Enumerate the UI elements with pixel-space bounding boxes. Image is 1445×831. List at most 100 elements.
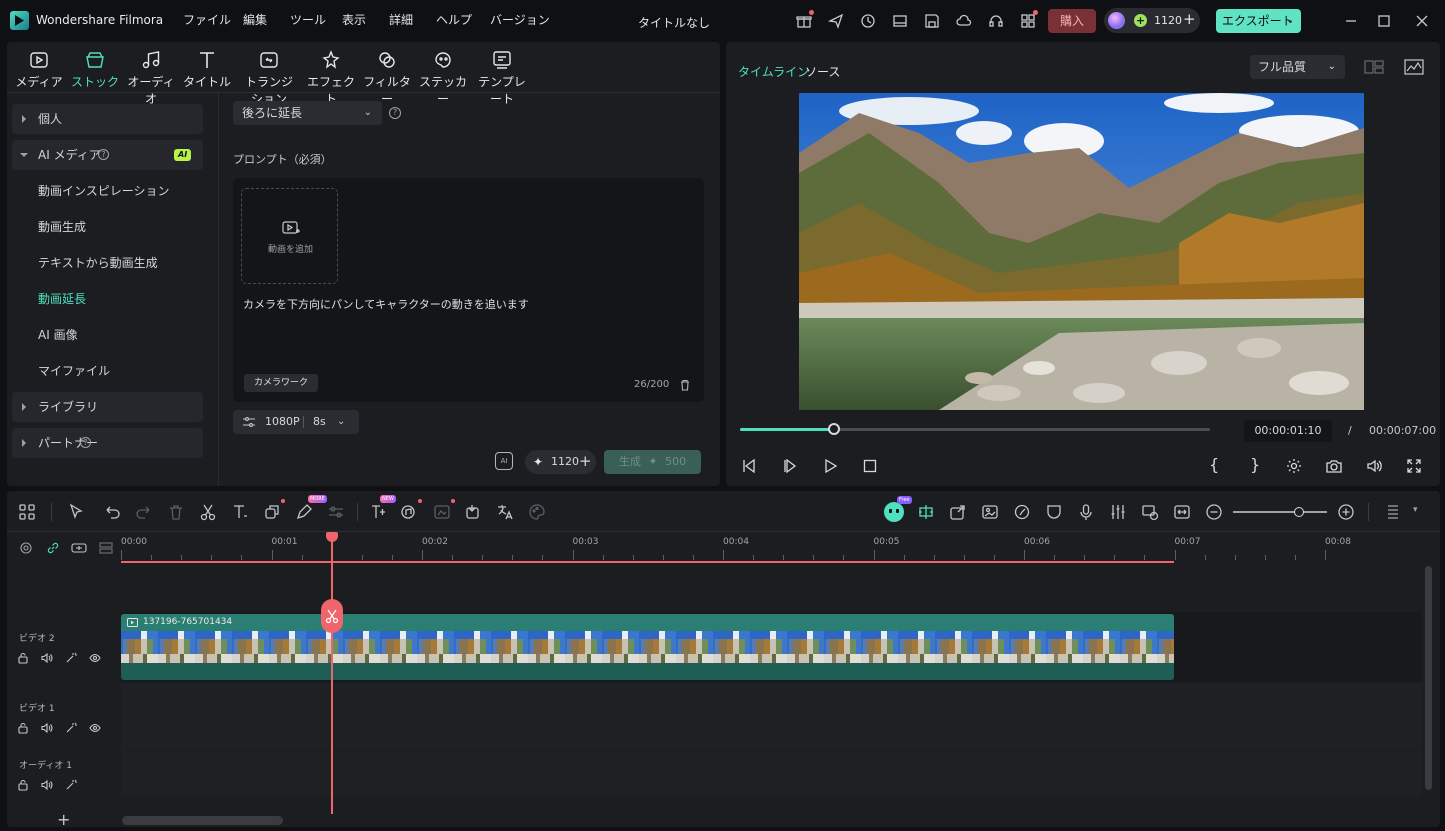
trash-icon[interactable] (679, 379, 691, 391)
scissors-icon[interactable] (198, 502, 218, 522)
menu-tools[interactable]: ツール (290, 0, 326, 41)
mark-out-icon[interactable]: } (1250, 455, 1260, 474)
ai-assist-icon[interactable]: AI (495, 452, 513, 470)
lock-icon[interactable] (16, 778, 30, 792)
ai-text-icon[interactable]: NEW (368, 495, 396, 522)
sidebar-item-my-files[interactable]: マイファイル (12, 356, 203, 386)
menu-view[interactable]: 表示 (342, 0, 366, 41)
buy-button[interactable]: 購入 (1048, 9, 1096, 33)
save-icon[interactable] (921, 10, 943, 32)
preview-progress-track[interactable] (740, 423, 1210, 435)
delete-icon[interactable] (166, 502, 186, 522)
preview-tab-source[interactable]: ソース (805, 63, 840, 80)
text-tool-icon[interactable] (230, 502, 250, 522)
ai-mate-icon[interactable]: Free (884, 496, 912, 522)
track-manage-icon[interactable] (99, 541, 113, 555)
menu-advanced[interactable]: 詳細 (389, 0, 413, 41)
preview-viewport[interactable] (799, 93, 1364, 410)
prompt-box[interactable]: 動画を追加 カメラを下方向にパンしてキャラクターの動きを追います カメラワーク … (233, 178, 704, 402)
work-area-bar[interactable] (121, 561, 1174, 563)
tab-sticker[interactable]: ステッカー (415, 49, 471, 107)
tab-template[interactable]: テンプレート (473, 49, 531, 107)
close-icon[interactable] (1411, 10, 1433, 32)
sticker-tool-icon[interactable] (463, 502, 483, 522)
sidebar-item-partner[interactable]: パートナー? (12, 428, 203, 458)
track-layout-icon[interactable] (1383, 502, 1403, 522)
menu-help[interactable]: ヘルプ (436, 0, 472, 41)
sidebar-item-video-extend[interactable]: 動画延長 (12, 284, 203, 314)
magic-wand-icon[interactable] (64, 778, 78, 792)
help-icon[interactable]: ? (80, 437, 91, 448)
crop-icon[interactable] (262, 499, 285, 522)
vertical-scrollbar[interactable] (1425, 566, 1432, 790)
credits-pill[interactable]: + 1120 + (1104, 8, 1200, 33)
export-button[interactable]: エクスポート ⌄ (1216, 9, 1301, 33)
sidebar-item-library[interactable]: ライブラリ (12, 392, 203, 422)
maximize-icon[interactable] (1373, 10, 1395, 32)
cloud-icon[interactable] (953, 10, 975, 32)
speaker-icon[interactable] (40, 778, 54, 792)
zoom-slider-handle[interactable] (1294, 507, 1304, 517)
eye-icon[interactable] (88, 651, 102, 665)
tab-effect[interactable]: エフェクト (303, 49, 359, 107)
color-palette-icon[interactable] (527, 502, 547, 522)
stop-icon[interactable] (862, 458, 878, 474)
quality-select[interactable]: フル品質 ⌄ (1250, 55, 1345, 79)
redo-icon[interactable] (134, 502, 154, 522)
tab-filter[interactable]: フィルター (359, 49, 415, 107)
menu-file[interactable]: ファイル (183, 0, 231, 41)
link-icon[interactable] (46, 541, 60, 555)
fullscreen-icon[interactable] (1406, 458, 1422, 474)
preview-tab-timeline[interactable]: タイムライン (738, 63, 809, 80)
ai-audio-icon[interactable] (399, 499, 422, 522)
translate-icon[interactable] (495, 502, 515, 522)
chevron-down-icon[interactable]: ▾ (1413, 505, 1418, 515)
eye-icon[interactable] (88, 721, 102, 735)
split-handle[interactable] (321, 599, 343, 633)
image-edit-icon[interactable] (980, 502, 1000, 522)
add-credits-icon[interactable]: + (579, 449, 592, 473)
snapshot-icon[interactable] (1326, 458, 1342, 474)
add-track-icon[interactable] (71, 541, 87, 555)
previous-frame-icon[interactable] (741, 458, 757, 474)
play-icon[interactable] (822, 458, 838, 474)
gift-icon[interactable] (793, 10, 815, 32)
extend-mode-select[interactable]: 後ろに延長 ⌄ (233, 101, 382, 125)
audio-mixer-icon[interactable] (1108, 502, 1128, 522)
render-settings-icon[interactable] (1286, 458, 1302, 474)
lock-icon[interactable] (16, 721, 30, 735)
next-frame-icon[interactable] (782, 458, 798, 474)
select-pointer-icon[interactable] (66, 502, 86, 522)
layout-grid-icon[interactable] (17, 502, 37, 522)
tab-audio[interactable]: オーディオ (123, 49, 179, 107)
layout-icon[interactable] (889, 10, 911, 32)
add-video-dropzone[interactable]: 動画を追加 (241, 188, 338, 284)
magic-wand-icon[interactable] (64, 721, 78, 735)
grid-view-icon[interactable] (1364, 59, 1384, 75)
minimize-icon[interactable] (1340, 10, 1362, 32)
sidebar-item-video-generation[interactable]: 動画生成 (12, 212, 203, 242)
add-credits-icon[interactable]: + (1183, 10, 1196, 28)
help-icon[interactable]: ? (389, 107, 401, 119)
camera-work-chip[interactable]: カメラワーク (244, 374, 319, 392)
menu-version[interactable]: バージョン (490, 0, 550, 41)
mark-in-icon[interactable]: { (1209, 455, 1219, 474)
output-settings[interactable]: 1080P 8s ⌄ (233, 410, 359, 434)
speed-icon[interactable] (1012, 502, 1032, 522)
timeline-ruler[interactable] (121, 532, 1421, 562)
generate-button[interactable]: 生成 ✦ 500 (604, 450, 701, 474)
horizontal-scrollbar[interactable] (122, 816, 283, 825)
auto-reframe-icon[interactable] (1140, 502, 1160, 522)
tab-transition[interactable]: トランジション (240, 49, 298, 107)
tab-media[interactable]: メディア (11, 49, 67, 90)
share-icon[interactable] (825, 10, 847, 32)
credit-balance-pill[interactable]: ✦ 1120 + (525, 450, 596, 474)
speaker-icon[interactable] (40, 721, 54, 735)
video-clip[interactable]: 137196-765701434 (121, 614, 1174, 680)
waveform-chart-icon[interactable] (1404, 59, 1424, 75)
sidebar-item-personal[interactable]: 個人 (12, 104, 203, 134)
zoom-slider-track[interactable] (1233, 507, 1327, 517)
microphone-icon[interactable] (1076, 502, 1096, 522)
add-track-plus-icon[interactable]: + (57, 810, 70, 829)
undo-icon[interactable] (102, 502, 122, 522)
